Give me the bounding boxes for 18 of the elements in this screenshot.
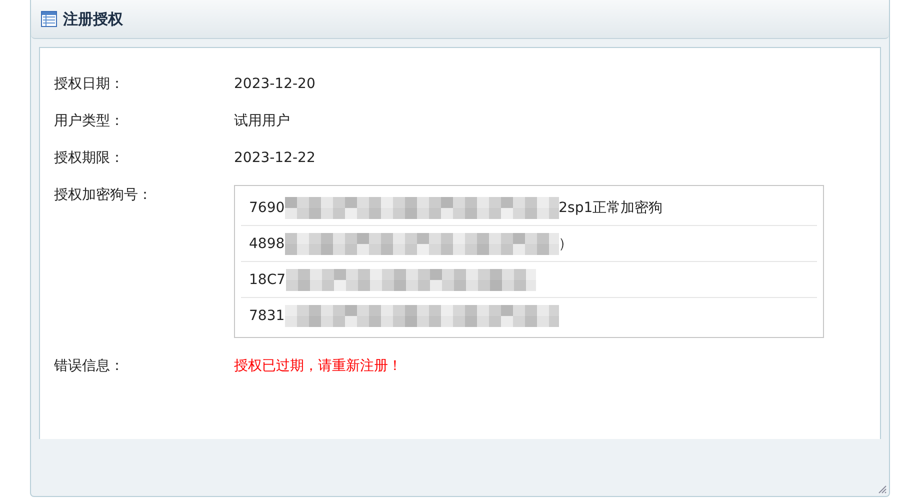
table-icon (41, 11, 57, 27)
field-label: 授权加密狗号： (54, 186, 153, 205)
dongle-id: 18C7 (249, 270, 286, 290)
dongle-status: ） (558, 234, 573, 254)
window-title: 注册授权 (63, 10, 123, 28)
field-value: 2023-12-20 (234, 75, 316, 94)
field-label: 授权期限： (54, 149, 125, 168)
field-label: 错误信息： (54, 357, 125, 376)
field-value: 2023-12-22 (234, 149, 316, 168)
field-value: 试用用户 (234, 112, 291, 131)
dongle-status: 2sp1正常加密狗 (558, 198, 663, 218)
dongle-id: 7831 (249, 306, 285, 326)
dongle-id: 7690 (249, 198, 285, 218)
resize-grip-icon[interactable] (877, 484, 887, 494)
error-message: 授权已过期，请重新注册！ (234, 357, 403, 376)
dongle-id: 4898 (249, 234, 285, 254)
field-label: 用户类型： (54, 112, 125, 131)
field-label: 授权日期： (54, 75, 125, 94)
